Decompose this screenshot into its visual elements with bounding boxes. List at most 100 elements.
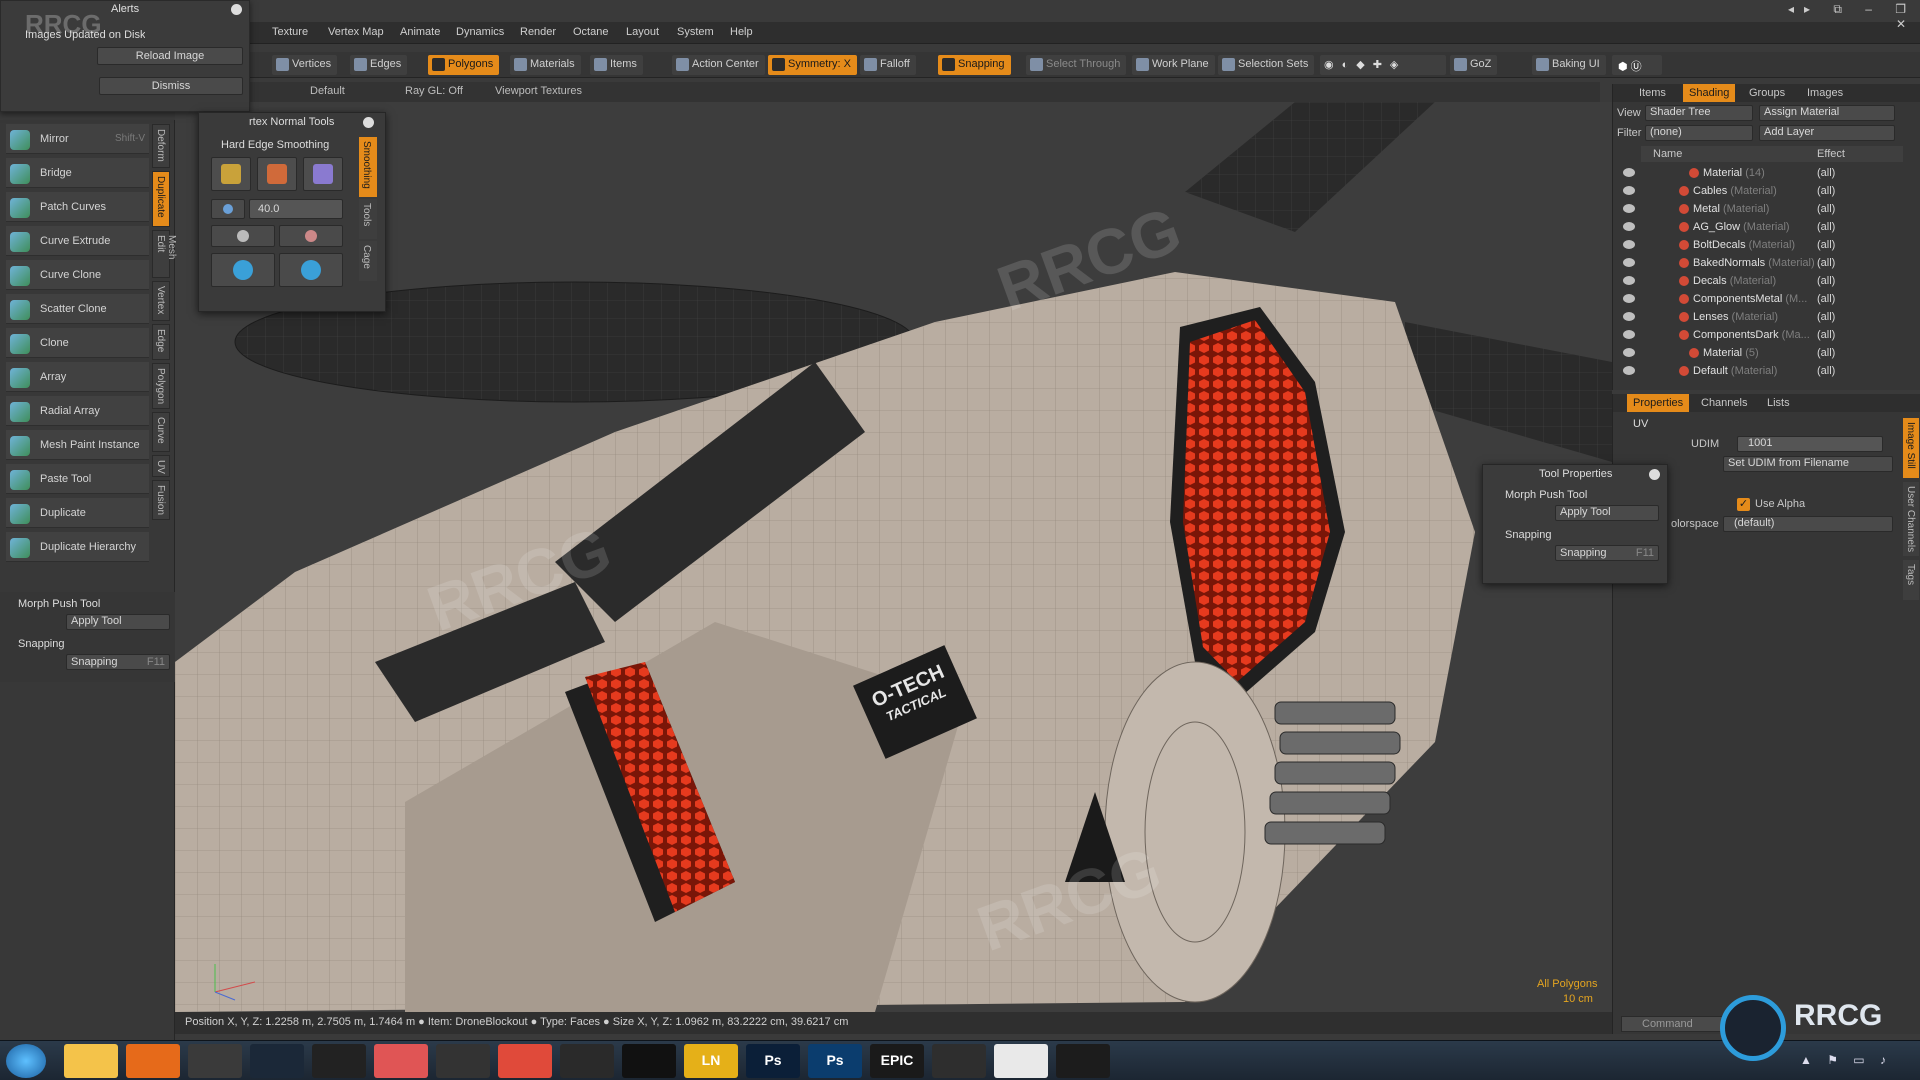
shader-row[interactable]: Lenses (Material) (all)	[1613, 308, 1903, 326]
shader-row[interactable]: AG_Glow (Material) (all)	[1613, 218, 1903, 236]
visibility-eye-icon[interactable]	[1623, 258, 1635, 267]
tool-curve-extrude[interactable]: Curve Extrude	[6, 226, 149, 256]
vtab-duplicate[interactable]: Duplicate	[152, 171, 170, 227]
tool-mesh-paint-instance[interactable]: Mesh Paint Instance	[6, 430, 149, 460]
add-layer-dropdown[interactable]: Add Layer	[1759, 125, 1895, 141]
tab-groups[interactable]: Groups	[1749, 87, 1785, 99]
shader-row[interactable]: ComponentsMetal (M... (all)	[1613, 290, 1903, 308]
shader-row[interactable]: BoltDecals (Material) (all)	[1613, 236, 1903, 254]
visibility-eye-icon[interactable]	[1623, 366, 1635, 375]
shader-row-effect[interactable]: (all)	[1817, 347, 1835, 359]
shader-row[interactable]: Metal (Material) (all)	[1613, 200, 1903, 218]
tool-curve-clone[interactable]: Curve Clone	[6, 260, 149, 290]
taskbar-app-1[interactable]	[126, 1044, 180, 1078]
shader-row[interactable]: Material (5) (all)	[1613, 344, 1903, 362]
apply-tool-button[interactable]: Apply Tool	[66, 614, 170, 630]
colorspace-dropdown[interactable]: (default)	[1723, 516, 1893, 532]
hard-edge-vtab-smoothing[interactable]: Smoothing	[359, 137, 377, 197]
shader-row-effect[interactable]: (all)	[1817, 221, 1835, 233]
tool-paste-tool[interactable]: Paste Tool	[6, 464, 149, 494]
tool-duplicate-hierarchy[interactable]: Duplicate Hierarchy	[6, 532, 149, 562]
tab-channels[interactable]: Channels	[1701, 397, 1747, 409]
menu-help[interactable]: Help	[730, 26, 753, 38]
use-alpha-checkbox[interactable]: ✓	[1737, 498, 1750, 511]
tool-radial-array[interactable]: Radial Array	[6, 396, 149, 426]
vtab-curve[interactable]: Curve	[152, 412, 170, 452]
baking-ui-button[interactable]: Baking UI	[1532, 55, 1606, 75]
action-center-button[interactable]: Action Center	[672, 55, 765, 75]
visibility-eye-icon[interactable]	[1623, 330, 1635, 339]
vertices-button[interactable]: Vertices	[272, 55, 338, 75]
hard-edge-vtab-tools[interactable]: Tools	[359, 199, 377, 239]
view-dropdown[interactable]: Shader Tree	[1645, 105, 1753, 121]
udim-field[interactable]: 1001	[1737, 436, 1883, 452]
visibility-eye-icon[interactable]	[1623, 204, 1635, 213]
goz-button[interactable]: GoZ	[1450, 55, 1498, 75]
taskbar-app-10[interactable]: LN	[684, 1044, 738, 1078]
gear-button-a[interactable]	[211, 253, 275, 287]
taskbar-app-7[interactable]	[498, 1044, 552, 1078]
shader-row[interactable]: Cables (Material) (all)	[1613, 182, 1903, 200]
visibility-eye-icon[interactable]	[1623, 222, 1635, 231]
snapping-button[interactable]: Snapping	[938, 55, 1011, 75]
menu-octane[interactable]: Octane	[573, 26, 608, 38]
hard-edge-vtab-cage[interactable]: Cage	[359, 241, 377, 281]
taskbar-app-15[interactable]	[994, 1044, 1048, 1078]
menu-dynamics[interactable]: Dynamics	[456, 26, 504, 38]
menu-animate[interactable]: Animate	[400, 26, 440, 38]
taskbar-app-11[interactable]: Ps	[746, 1044, 800, 1078]
visibility-eye-icon[interactable]	[1623, 276, 1635, 285]
tool-properties-apply[interactable]: Apply Tool	[1555, 505, 1659, 521]
reload-image-button[interactable]: Reload Image	[97, 47, 243, 65]
tab-items[interactable]: Items	[1639, 87, 1666, 99]
menu-render[interactable]: Render	[520, 26, 556, 38]
taskbar-app-6[interactable]	[436, 1044, 490, 1078]
shader-row[interactable]: Default (Material) (all)	[1613, 362, 1903, 380]
shader-row[interactable]: Material (14) (all)	[1613, 164, 1903, 182]
window-controls[interactable]: ◂▸ ⧉ – ❐ ✕	[1756, 2, 1916, 31]
falloff-button[interactable]: Falloff	[860, 55, 916, 75]
vtab-deform[interactable]: Deform	[152, 124, 170, 168]
taskbar-app-16[interactable]	[1056, 1044, 1110, 1078]
shader-row[interactable]: BakedNormals (Material) (all)	[1613, 254, 1903, 272]
vtab-fusion[interactable]: Fusion	[152, 480, 170, 520]
panel-close-icon[interactable]	[363, 117, 374, 128]
taskbar-app-3[interactable]	[250, 1044, 304, 1078]
vtab-mesh-edit[interactable]: Mesh Edit	[152, 230, 177, 278]
selection-sets-button[interactable]: Selection Sets	[1218, 55, 1315, 75]
tool-bridge[interactable]: Bridge	[6, 158, 149, 188]
visibility-eye-icon[interactable]	[1623, 294, 1635, 303]
dismiss-button[interactable]: Dismiss	[99, 77, 243, 95]
work-plane-button[interactable]: Work Plane	[1132, 55, 1215, 75]
tool-mirror[interactable]: Mirror Shift-V	[6, 124, 149, 154]
shader-row-effect[interactable]: (all)	[1817, 239, 1835, 251]
tab-shading[interactable]: Shading	[1683, 84, 1736, 102]
shader-row-effect[interactable]: (all)	[1817, 311, 1835, 323]
shader-row-effect[interactable]: (all)	[1817, 203, 1835, 215]
select-through-button[interactable]: Select Through	[1026, 55, 1127, 75]
tool-clone[interactable]: Clone	[6, 328, 149, 358]
shader-row-effect[interactable]: (all)	[1817, 329, 1835, 341]
vtab-edge[interactable]: Edge	[152, 324, 170, 360]
taskbar-app-8[interactable]	[560, 1044, 614, 1078]
tool-array[interactable]: Array	[6, 362, 149, 392]
taskbar-app-4[interactable]	[312, 1044, 366, 1078]
set-udim-button[interactable]: Set UDIM from Filename	[1723, 456, 1893, 472]
raygl-toggle[interactable]: Ray GL: Off	[405, 85, 463, 97]
visibility-eye-icon[interactable]	[1623, 168, 1635, 177]
tab-images[interactable]: Images	[1807, 87, 1843, 99]
edges-button[interactable]: Edges	[350, 55, 408, 75]
polygons-button[interactable]: Polygons	[428, 55, 500, 75]
materials-button[interactable]: Materials	[510, 55, 581, 75]
snapping-toggle[interactable]: Snapping F11	[66, 654, 170, 670]
props-vtab-user-channels[interactable]: User Channels	[1903, 482, 1919, 556]
taskbar-app-5[interactable]	[374, 1044, 428, 1078]
viewport[interactable]: O-TECH TACTICAL RRCG RRCG RRCG All Polyg…	[175, 102, 1612, 1012]
alerts-close-icon[interactable]	[231, 4, 242, 15]
shader-row-effect[interactable]: (all)	[1817, 293, 1835, 305]
vtab-uv[interactable]: UV	[152, 455, 170, 477]
sphere-button-a[interactable]	[211, 225, 275, 247]
tool-properties-snapping[interactable]: Snapping F11	[1555, 545, 1659, 561]
smooth-edges-button[interactable]	[303, 157, 343, 191]
visibility-eye-icon[interactable]	[1623, 348, 1635, 357]
